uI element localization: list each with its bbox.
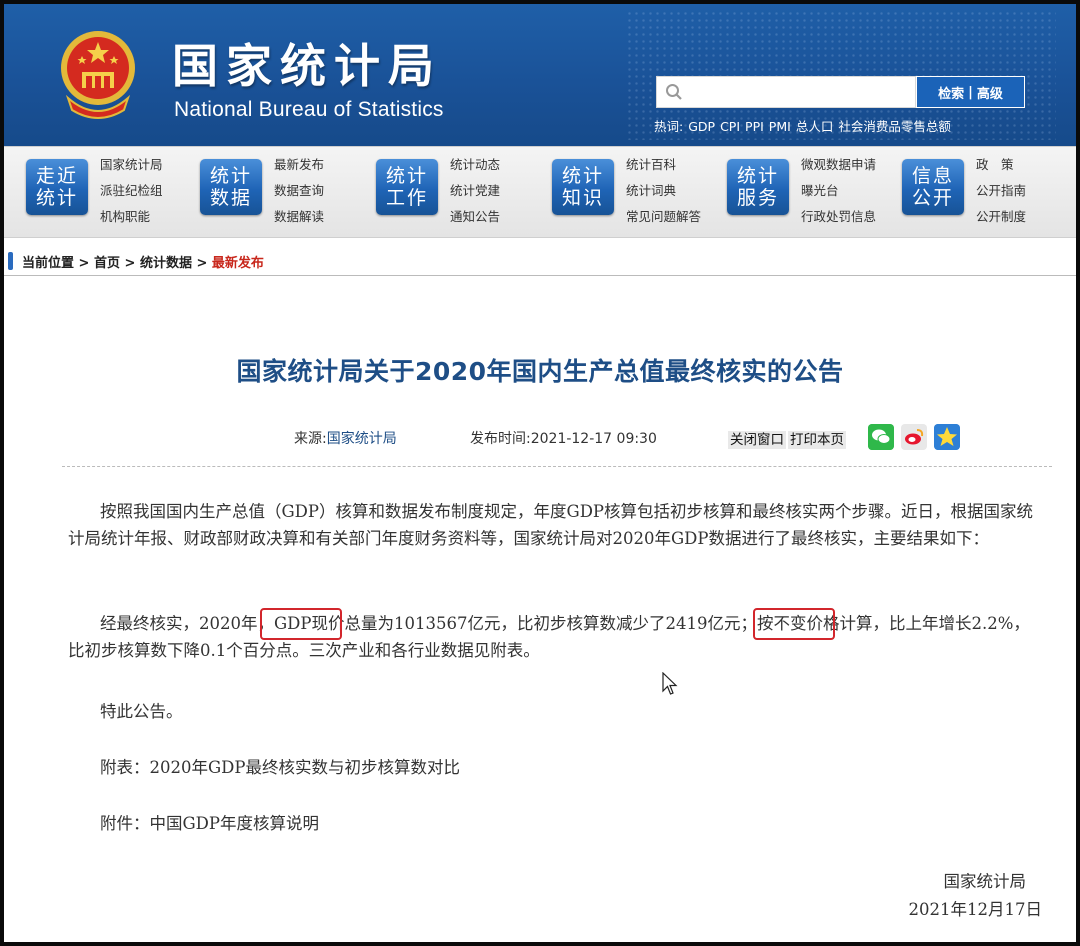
- nav-button-line: 信息: [911, 165, 954, 187]
- print-page-button[interactable]: 打印本页: [788, 431, 846, 449]
- nav-button-line: 知识: [561, 187, 604, 209]
- nav-button-line: 数据: [209, 187, 252, 209]
- nav-button-line: 走近: [35, 165, 78, 187]
- breadcrumb-marker: [8, 252, 13, 270]
- time-label: 发布时间:: [470, 431, 531, 447]
- nav-button-line: 服务: [736, 187, 779, 209]
- wechat-icon[interactable]: [868, 424, 894, 450]
- nav-link[interactable]: 公开制度: [976, 207, 1076, 233]
- nav-link[interactable]: 统计词典: [626, 181, 736, 207]
- nav-button-line: 统计: [736, 165, 779, 187]
- search-button-group: 检索 | 高级: [916, 76, 1025, 108]
- time-value: 2021-12-17 09:30: [530, 431, 657, 447]
- favorite-star-icon[interactable]: [934, 424, 960, 450]
- nav-button-line: 公开: [911, 187, 954, 209]
- nav-link[interactable]: 统计百科: [626, 155, 736, 181]
- nav-link[interactable]: 数据查询: [274, 181, 384, 207]
- article-title: 国家统计局关于2020年国内生产总值最终核实的公告: [236, 357, 844, 386]
- nav-link[interactable]: 公开指南: [976, 181, 1076, 207]
- article-paragraph: 按照我国国内生产总值（GDP）核算和数据发布制度规定，年度GDP核算包括初步核算…: [68, 502, 1034, 548]
- article-tools: 关闭窗口 打印本页: [728, 428, 848, 449]
- breadcrumb-trail: 当前位置 > 首页 > 统计数据 > 最新发布: [22, 252, 264, 271]
- hot-term-link[interactable]: PMI: [769, 119, 791, 134]
- meta-divider: [62, 466, 1052, 467]
- search-button[interactable]: 检索: [938, 83, 964, 102]
- hot-term-link[interactable]: CPI: [720, 119, 740, 134]
- hot-term-link[interactable]: 社会消费品零售总额: [838, 119, 951, 134]
- nav-button-line: 统计: [35, 187, 78, 209]
- breadcrumb-link-home[interactable]: 首页: [94, 256, 120, 271]
- nav-link[interactable]: 行政处罚信息: [801, 207, 911, 233]
- nav-links: 统计百科 统计词典 常见问题解答: [626, 155, 736, 233]
- breadcrumb: 当前位置 > 首页 > 统计数据 > 最新发布: [4, 244, 1076, 276]
- breadcrumb-separator: >: [191, 256, 212, 271]
- nav-button-line: 统计: [385, 165, 428, 187]
- hot-term-link[interactable]: PPI: [745, 119, 764, 134]
- site-title-english[interactable]: National Bureau of Statistics: [174, 98, 444, 122]
- nav-button-work[interactable]: 统计 工作: [376, 159, 438, 215]
- article-publish-time: 发布时间:2021-12-17 09:30: [470, 428, 657, 448]
- browser-page: 国家统计局 National Bureau of Statistics 检索 |…: [4, 4, 1076, 942]
- nav-link[interactable]: 统计动态: [450, 155, 560, 181]
- signature-date: 2021年12月17日: [908, 900, 1042, 919]
- hot-terms: 热词: GDP CPI PPI PMI 总人口 社会消费品零售总额: [654, 116, 956, 135]
- nav-links: 政 策 公开指南 公开制度: [976, 155, 1076, 233]
- weibo-icon[interactable]: [901, 424, 927, 450]
- nav-button-data[interactable]: 统计 数据: [200, 159, 262, 215]
- national-emblem-icon: [61, 31, 135, 119]
- article-paragraph: 特此公告。: [100, 702, 183, 721]
- highlight-annotation: [753, 608, 835, 640]
- nav-link[interactable]: 政 策: [976, 155, 1076, 181]
- nav-button-about[interactable]: 走近 统计: [26, 159, 88, 215]
- nav-links: 最新发布 数据查询 数据解读: [274, 155, 384, 233]
- breadcrumb-prefix: 当前位置: [22, 256, 75, 271]
- nav-link[interactable]: 数据解读: [274, 207, 384, 233]
- nav-button-disclosure[interactable]: 信息 公开: [902, 159, 964, 215]
- site-title-chinese[interactable]: 国家统计局: [172, 30, 442, 96]
- article-source: 来源:国家统计局: [294, 428, 397, 448]
- nav-link[interactable]: 微观数据申请: [801, 155, 911, 181]
- nav-link[interactable]: 最新发布: [274, 155, 384, 181]
- appendix-table-link[interactable]: 附表：2020年GDP最终核实数与初步核算数对比: [100, 754, 1076, 781]
- nav-button-line: 统计: [209, 165, 252, 187]
- main-nav: 走近 统计 国家统计局 派驻纪检组 机构职能 统计 数据 最新发布 数据查询 数据解…: [4, 146, 1076, 238]
- nav-link[interactable]: 国家统计局: [100, 155, 210, 181]
- nav-link[interactable]: 统计党建: [450, 181, 560, 207]
- nav-button-line: 统计: [561, 165, 604, 187]
- site-header: 国家统计局 National Bureau of Statistics 检索 |…: [4, 4, 1076, 146]
- hot-terms-label: 热词:: [654, 119, 684, 134]
- attachment-link[interactable]: 附件：中国GDP年度核算说明: [100, 810, 1076, 837]
- nav-links: 统计动态 统计党建 通知公告: [450, 155, 560, 233]
- breadcrumb-separator: >: [119, 256, 140, 271]
- hot-term-link[interactable]: 总人口: [796, 119, 834, 134]
- breadcrumb-link-statistics[interactable]: 统计数据: [140, 256, 192, 271]
- nav-button-line: 工作: [385, 187, 428, 209]
- advanced-search-button[interactable]: 高级: [977, 83, 1003, 102]
- close-window-button[interactable]: 关闭窗口: [728, 431, 786, 449]
- nav-link[interactable]: 常见问题解答: [626, 207, 736, 233]
- article-paragraph: 经最终核实，2020年，GDP现价总量为1013567亿元，比初步核算数减少了2…: [68, 614, 1030, 660]
- search-button-separator: |: [968, 84, 973, 100]
- search-input[interactable]: [687, 81, 907, 105]
- search-box: [656, 76, 916, 108]
- nav-link[interactable]: 机构职能: [100, 207, 210, 233]
- nav-link[interactable]: 曝光台: [801, 181, 911, 207]
- nav-link[interactable]: 通知公告: [450, 207, 560, 233]
- breadcrumb-current[interactable]: 最新发布: [212, 256, 264, 271]
- breadcrumb-separator: >: [74, 256, 94, 271]
- nav-links: 国家统计局 派驻纪检组 机构职能: [100, 155, 210, 233]
- search-icon: [666, 84, 682, 100]
- hot-term-link[interactable]: GDP: [688, 119, 715, 134]
- mouse-cursor-icon: [662, 672, 678, 695]
- nav-link[interactable]: 派驻纪检组: [100, 181, 210, 207]
- highlight-annotation: [260, 608, 342, 640]
- nav-button-knowledge[interactable]: 统计 知识: [552, 159, 614, 215]
- source-label: 来源:: [294, 431, 327, 447]
- signature-organization: 国家统计局: [943, 872, 1027, 891]
- nav-button-service[interactable]: 统计 服务: [727, 159, 789, 215]
- source-value: 国家统计局: [326, 431, 397, 447]
- nav-links: 微观数据申请 曝光台 行政处罚信息: [801, 155, 911, 233]
